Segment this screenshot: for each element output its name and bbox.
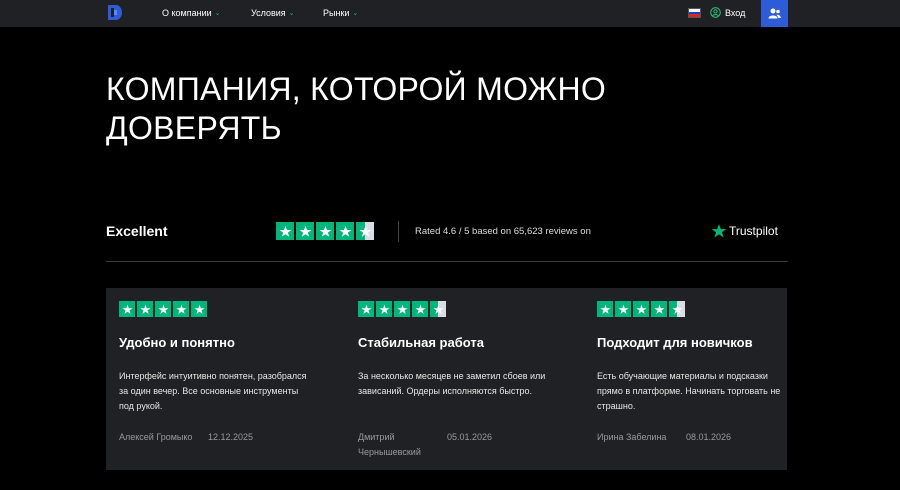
review-author: Дмитрий Чернышевский — [358, 432, 421, 457]
star-icon — [316, 222, 334, 240]
star-icon — [669, 301, 685, 317]
brand-logo-icon[interactable] — [108, 5, 122, 20]
review-date: 05.01.2026 — [447, 432, 493, 442]
nav-item-conditions[interactable]: Условия ⌄ — [251, 8, 295, 18]
language-flag-icon[interactable] — [688, 8, 701, 18]
review-title: Стабильная работа — [358, 335, 484, 350]
overall-rating-stars — [276, 222, 374, 240]
star-icon — [191, 301, 207, 317]
trustpilot-logo[interactable]: Trustpilot — [711, 223, 778, 239]
nav-item-label: Условия — [251, 8, 286, 18]
star-icon — [358, 301, 374, 317]
star-icon — [119, 301, 135, 317]
add-user-icon — [768, 8, 781, 19]
review-date: 08.01.2026 — [686, 432, 732, 442]
review-text: Интерфейс интуитивно понятен, разобрался… — [119, 371, 307, 411]
review-stars — [597, 301, 685, 317]
review-stars — [119, 301, 207, 317]
trustpilot-label: Trustpilot — [729, 224, 778, 238]
rating-label: Excellent — [106, 223, 168, 239]
star-icon — [173, 301, 189, 317]
nav-item-markets[interactable]: Рынки ⌄ — [323, 8, 358, 18]
star-icon — [597, 301, 613, 317]
star-icon — [651, 301, 667, 317]
reviews-panel: Удобно и понятно Интерфейс интуитивно по… — [106, 288, 787, 470]
login-button[interactable]: Вход — [710, 7, 745, 18]
star-icon — [394, 301, 410, 317]
divider — [106, 261, 788, 262]
chevron-down-icon: ⌄ — [352, 10, 359, 17]
review-stars — [358, 301, 446, 317]
nav-item-label: О компании — [162, 8, 212, 18]
star-icon — [376, 301, 392, 317]
star-icon — [137, 301, 153, 317]
trustpilot-star-icon — [711, 224, 727, 238]
register-button[interactable] — [761, 0, 788, 27]
star-icon — [430, 301, 446, 317]
chevron-down-icon: ⌄ — [214, 10, 221, 17]
star-icon — [412, 301, 428, 317]
chevron-down-icon: ⌄ — [288, 10, 295, 17]
login-label: Вход — [725, 7, 746, 18]
nav-item-about[interactable]: О компании ⌄ — [162, 8, 221, 18]
nav-item-label: Рынки — [323, 8, 350, 18]
review-date: 12.12.2025 — [208, 432, 254, 442]
review-title: Подходит для новичков — [597, 335, 753, 350]
review-title: Удобно и понятно — [119, 335, 235, 350]
star-icon — [356, 222, 374, 240]
star-icon — [615, 301, 631, 317]
rating-summary: Rated 4.6 / 5 based on 65,623 reviews on — [415, 226, 591, 237]
user-circle-icon — [710, 7, 721, 18]
top-navbar: О компании ⌄ Условия ⌄ Рынки ⌄ Вход — [0, 0, 900, 27]
divider — [398, 221, 399, 242]
star-icon — [336, 222, 354, 240]
star-icon — [296, 222, 314, 240]
star-icon — [155, 301, 171, 317]
star-icon — [633, 301, 649, 317]
review-text: За несколько месяцев не заметил сбоев ил… — [358, 371, 546, 396]
page-title: КОМПАНИЯ, КОТОРОЙ МОЖНО ДОВЕРЯТЬ — [106, 71, 607, 146]
star-icon — [276, 222, 294, 240]
review-text: Есть обучающие материалы и подсказки пря… — [597, 371, 781, 411]
